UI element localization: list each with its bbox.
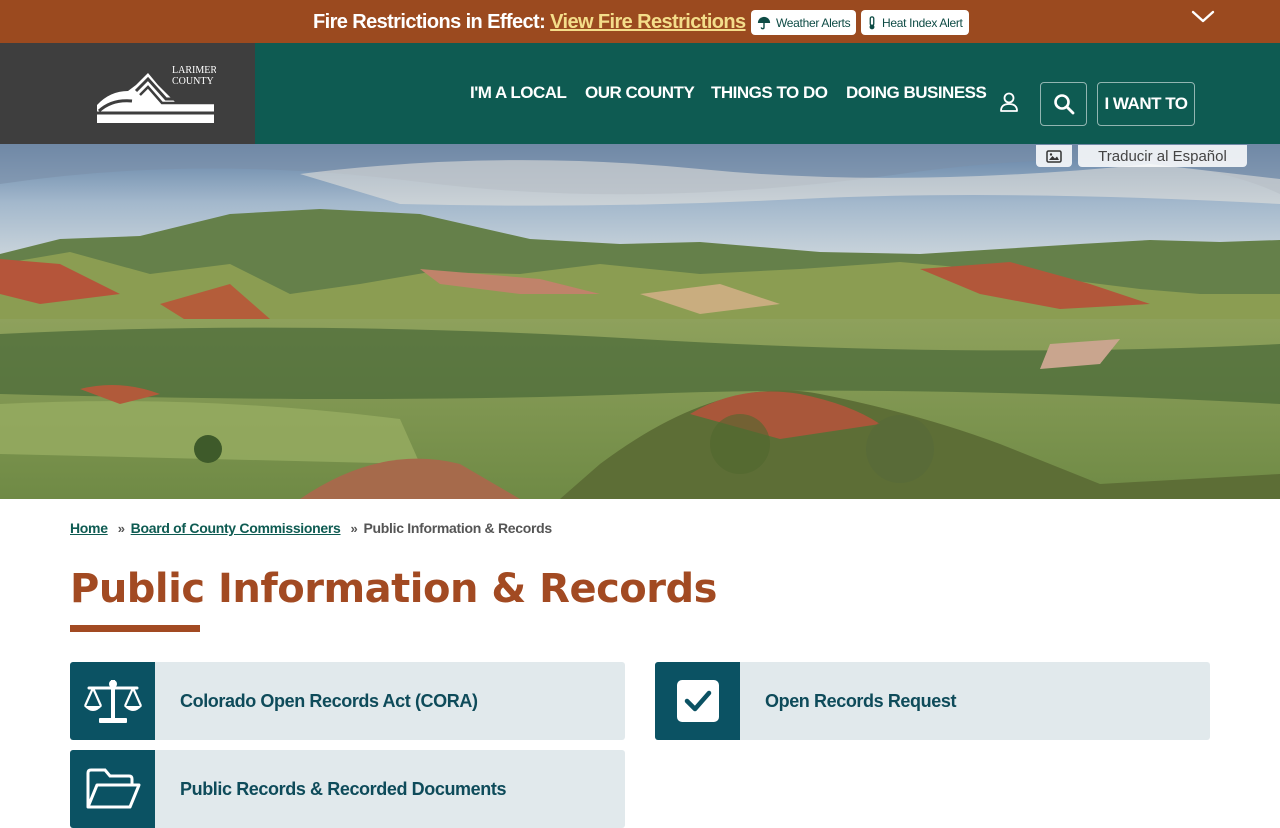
larimer-county-logo: LARIMER COUNTY (97, 65, 216, 123)
image-icon (1046, 149, 1062, 163)
card-public-records[interactable]: Public Records & Recorded Documents (70, 750, 625, 828)
umbrella-icon (757, 16, 771, 29)
breadcrumb-current: Public Information & Records (363, 520, 552, 536)
heat-index-alert-button[interactable]: Heat Index Alert (861, 10, 969, 35)
breadcrumb-board-of-commissioners[interactable]: Board of County Commissioners (131, 520, 341, 536)
logo-text-line1: LARIMER (172, 65, 216, 76)
i-want-to-button[interactable]: I WANT TO (1097, 82, 1195, 126)
scales-icon (83, 680, 142, 723)
weather-alerts-label: Weather Alerts (776, 15, 851, 30)
folder-open-icon (86, 768, 140, 809)
card-icon-box (70, 750, 155, 828)
card-open-records-request[interactable]: Open Records Request (655, 662, 1210, 740)
checkbox-icon (676, 680, 719, 722)
alert-bar: Fire Restrictions in Effect: View Fire R… (0, 0, 1280, 43)
card-open-records-label: Open Records Request (765, 690, 957, 711)
photo-info-button[interactable] (1036, 145, 1072, 167)
search-button[interactable] (1040, 82, 1087, 126)
nav-item-things-to-do[interactable]: THINGS TO DO (711, 83, 828, 103)
thermometer-icon (869, 15, 875, 29)
card-cora-label: Colorado Open Records Act (CORA) (180, 690, 478, 711)
card-icon-box (655, 662, 740, 740)
translate-spanish-button[interactable]: Traducir al Español (1078, 145, 1247, 167)
chevron-down-icon[interactable] (1190, 6, 1216, 26)
card-public-records-label: Public Records & Recorded Documents (180, 778, 507, 799)
page-title: Public Information & Records (70, 566, 717, 612)
card-cora[interactable]: Colorado Open Records Act (CORA) (70, 662, 625, 740)
user-account-icon[interactable] (998, 91, 1020, 113)
heat-index-label: Heat Index Alert (882, 15, 963, 30)
landscape-photo (0, 144, 1280, 499)
logo-text-line2: COUNTY (172, 76, 214, 87)
weather-alerts-button[interactable]: Weather Alerts (751, 10, 857, 35)
breadcrumb: Home » Board of County Commissioners » P… (70, 519, 552, 537)
title-underline (70, 625, 200, 632)
breadcrumb-home[interactable]: Home (70, 520, 108, 536)
fire-alert: Fire Restrictions in Effect: View Fire R… (313, 9, 774, 35)
breadcrumb-separator: » (117, 520, 125, 536)
nav-item-our-county[interactable]: OUR COUNTY (585, 83, 695, 103)
card-icon-box (70, 662, 155, 740)
logo-box[interactable]: LARIMER COUNTY (0, 43, 255, 144)
nav-item-im-a-local[interactable]: I'M A LOCAL (470, 83, 567, 103)
fire-restrictions-link[interactable]: View Fire Restrictions (550, 11, 746, 34)
nav-item-doing-business[interactable]: DOING BUSINESS (846, 83, 987, 103)
breadcrumb-separator: » (350, 520, 358, 536)
fire-alert-title: Fire Restrictions in Effect: (313, 10, 546, 33)
search-icon (1053, 94, 1074, 115)
hero-image (0, 144, 1280, 499)
